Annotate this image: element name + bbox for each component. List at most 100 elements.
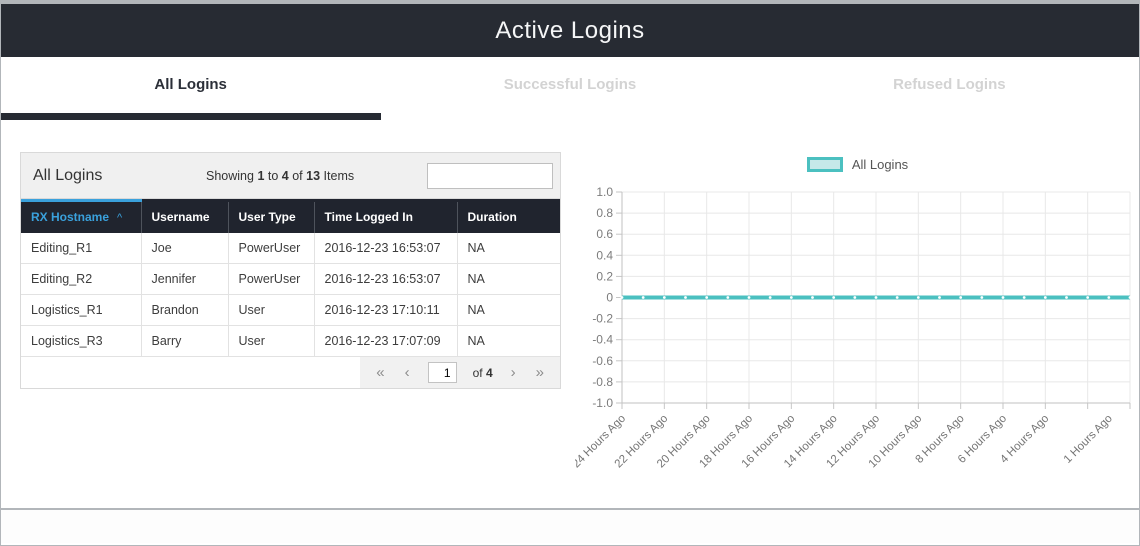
logins-chart: All Logins 1.0 0.8 0.6 0.4 0.2 0 -0.2 -0.4 -0.6 -… (575, 150, 1140, 503)
table-cell: NA (457, 233, 560, 264)
table-cell: 2016-12-23 17:10:11 (314, 295, 457, 326)
showing-total: 13 (306, 169, 320, 183)
sort-ascending-icon: ^ (117, 212, 122, 224)
data-point (938, 296, 941, 299)
column-label: RX Hostname (31, 210, 109, 224)
data-point (1065, 296, 1068, 299)
tab-successful-logins[interactable]: Successful Logins (380, 57, 759, 113)
data-point (748, 296, 751, 299)
table-row: Logistics_R1BrandonUser2016-12-23 17:10:… (21, 295, 560, 326)
page-title: Active Logins (495, 17, 644, 45)
y-tick-label: -0.4 (592, 333, 613, 347)
y-tick-label: 1.0 (596, 185, 613, 199)
y-tick-label: -0.6 (592, 354, 613, 368)
table-cell: Brandon (141, 295, 228, 326)
column-header-user-type[interactable]: User Type (228, 201, 314, 233)
of-label: of (473, 366, 483, 380)
page-number-input[interactable] (428, 362, 457, 383)
previous-page-button[interactable]: ‹ (403, 365, 412, 380)
table-cell: Editing_R1 (21, 233, 141, 264)
tab-all-logins[interactable]: All Logins (1, 57, 380, 113)
table-cell: 2016-12-23 16:53:07 (314, 233, 457, 264)
table-row: Logistics_R3BarryUser2016-12-23 17:07:09… (21, 326, 560, 357)
data-point (790, 296, 793, 299)
last-page-button[interactable]: » (534, 365, 546, 380)
data-point (1044, 296, 1047, 299)
y-tick-label: 0.4 (596, 248, 613, 262)
legend-label: All Logins (852, 157, 908, 172)
data-point (1023, 296, 1026, 299)
data-point (663, 296, 666, 299)
y-tick-label: -1.0 (592, 396, 613, 410)
data-point (917, 296, 920, 299)
next-page-button[interactable]: › (509, 365, 518, 380)
total-pages: 4 (486, 366, 493, 380)
table-cell: NA (457, 326, 560, 357)
data-point (853, 296, 856, 299)
bottom-strip (1, 510, 1139, 543)
page-count: of 4 (473, 366, 493, 380)
y-tick-label: 0.2 (596, 269, 613, 283)
table-cell: PowerUser (228, 233, 314, 264)
data-point (621, 296, 624, 299)
data-point (980, 296, 983, 299)
showing-word: Showing (206, 169, 254, 183)
data-point (811, 296, 814, 299)
column-header-rx-hostname[interactable]: RX Hostname ^ (21, 201, 141, 233)
table-cell: PowerUser (228, 264, 314, 295)
table-header-row: RX Hostname ^ Username User Type Time Log… (21, 201, 560, 233)
showing-count: Showing 1 to 4 of 13 Items (206, 169, 354, 183)
data-point (769, 296, 772, 299)
search-input[interactable] (427, 163, 553, 189)
table-row: Editing_R2JenniferPowerUser2016-12-23 16… (21, 264, 560, 295)
tab-bar: All Logins Successful Logins Refused Log… (1, 57, 1139, 120)
table-cell: Logistics_R1 (21, 295, 141, 326)
legend-swatch (807, 157, 843, 172)
y-tick-label: -0.8 (592, 375, 613, 389)
table-cell: Logistics_R3 (21, 326, 141, 357)
table-cell: NA (457, 295, 560, 326)
data-point (1129, 296, 1132, 299)
active-tab-indicator (1, 113, 381, 120)
data-point (1107, 296, 1110, 299)
data-point (726, 296, 729, 299)
data-point (832, 296, 835, 299)
showing-from: 1 (257, 169, 264, 183)
table-cell: Editing_R2 (21, 264, 141, 295)
data-point (875, 296, 878, 299)
table-cell: User (228, 295, 314, 326)
column-header-time-logged-in[interactable]: Time Logged In (314, 201, 457, 233)
tab-refused-logins[interactable]: Refused Logins (760, 57, 1139, 113)
data-point (642, 296, 645, 299)
data-point (896, 296, 899, 299)
showing-word: Items (324, 169, 355, 183)
app-window: Active Logins All Logins Successful Logi… (1, 4, 1139, 545)
first-page-button[interactable]: « (374, 365, 386, 380)
page-header: Active Logins (1, 4, 1139, 57)
column-header-username[interactable]: Username (141, 201, 228, 233)
x-tick-label: 1 Hours Ago (1062, 413, 1115, 466)
y-tick-label: -0.2 (592, 312, 613, 326)
table-cell: Joe (141, 233, 228, 264)
table-cell: 2016-12-23 17:07:09 (314, 326, 457, 357)
y-tick-label: 0.8 (596, 206, 613, 220)
pagination: « ‹ of 4 › » (21, 357, 560, 388)
data-point (705, 296, 708, 299)
y-tick-label: 0 (606, 291, 613, 305)
logins-table: RX Hostname ^ Username User Type Time Log… (21, 199, 560, 357)
column-label: Username (152, 210, 210, 224)
data-point (684, 296, 687, 299)
logins-table-panel: All Logins Showing 1 to 4 of 13 Items (20, 152, 561, 389)
table-cell: Barry (141, 326, 228, 357)
data-point (1086, 296, 1089, 299)
table-row: Editing_R1JoePowerUser2016-12-23 16:53:0… (21, 233, 560, 264)
content-area: All Logins Showing 1 to 4 of 13 Items (1, 120, 1139, 510)
y-tick-label: 0.6 (596, 227, 613, 241)
column-header-duration[interactable]: Duration (457, 201, 560, 233)
showing-to: 4 (282, 169, 289, 183)
data-point (1002, 296, 1005, 299)
line-chart: 1.00.80.60.40.20-0.2-0.4-0.6-0.8-1.024 H… (575, 178, 1140, 498)
table-cell: 2016-12-23 16:53:07 (314, 264, 457, 295)
table-cell: Jennifer (141, 264, 228, 295)
chart-legend-item[interactable]: All Logins (575, 150, 1140, 178)
